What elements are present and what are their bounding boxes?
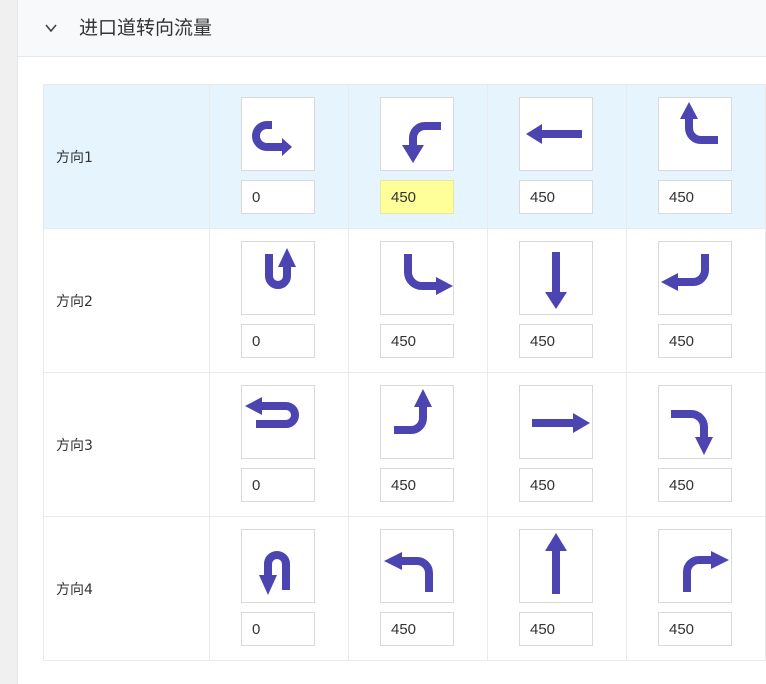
flow-input[interactable]	[241, 180, 315, 214]
straight-right-arrow-icon[interactable]	[519, 385, 593, 459]
flow-input[interactable]	[241, 324, 315, 358]
flow-input[interactable]	[658, 468, 732, 502]
u-turn-arrow-icon[interactable]	[241, 97, 315, 171]
turn-left-arrow-icon[interactable]	[380, 241, 454, 315]
flow-input[interactable]	[380, 612, 454, 646]
flow-input[interactable]	[519, 324, 593, 358]
movement-cell	[488, 85, 627, 228]
movement-cell	[627, 517, 766, 660]
straight-down-arrow-icon[interactable]	[519, 241, 593, 315]
u-turn-arrow-icon[interactable]	[241, 241, 315, 315]
movement-cell	[210, 85, 349, 228]
movement-cell	[349, 517, 488, 660]
turn-left-arrow-icon[interactable]	[380, 385, 454, 459]
movement-cell	[210, 229, 349, 372]
flow-input[interactable]	[241, 612, 315, 646]
panel-title: 进口道转向流量	[79, 17, 213, 39]
flow-input[interactable]	[658, 180, 732, 214]
direction-label: 方向3	[44, 373, 210, 516]
straight-up-arrow-icon[interactable]	[519, 529, 593, 603]
turn-flow-panel: 进口道转向流量 方向1 0 450 450 450 方向2 0 450 450 …	[17, 0, 766, 684]
movement-cell	[488, 229, 627, 372]
direction-label: 方向4	[44, 517, 210, 660]
u-turn-arrow-icon[interactable]	[241, 385, 315, 459]
flow-input[interactable]	[380, 180, 454, 214]
turn-right-arrow-icon[interactable]	[658, 241, 732, 315]
table-row: 方向1	[44, 85, 766, 229]
chevron-down-icon[interactable]	[44, 21, 58, 35]
turn-right-arrow-icon[interactable]	[658, 97, 732, 171]
turn-flow-table: 方向1 0 450 450 450 方向2 0 450 450 450 方向3 …	[43, 84, 766, 661]
turn-right-arrow-icon[interactable]	[658, 529, 732, 603]
panel-header[interactable]: 进口道转向流量	[18, 0, 766, 57]
movement-cell	[627, 229, 766, 372]
flow-input[interactable]	[519, 612, 593, 646]
flow-input[interactable]	[519, 468, 593, 502]
movement-cell	[488, 517, 627, 660]
movement-cell	[488, 373, 627, 516]
turn-left-arrow-icon[interactable]	[380, 97, 454, 171]
flow-input[interactable]	[658, 324, 732, 358]
flow-input[interactable]	[658, 612, 732, 646]
turn-right-arrow-icon[interactable]	[658, 385, 732, 459]
movement-cell	[210, 517, 349, 660]
table-row: 方向4	[44, 517, 766, 661]
flow-input[interactable]	[519, 180, 593, 214]
direction-label: 方向1	[44, 85, 210, 228]
direction-label: 方向2	[44, 229, 210, 372]
movement-cell	[210, 373, 349, 516]
straight-left-arrow-icon[interactable]	[519, 97, 593, 171]
movement-cell	[349, 229, 488, 372]
flow-input[interactable]	[380, 324, 454, 358]
turn-left-arrow-icon[interactable]	[380, 529, 454, 603]
movement-cell	[627, 373, 766, 516]
movement-cell	[349, 85, 488, 228]
flow-input[interactable]	[380, 468, 454, 502]
movement-cell	[349, 373, 488, 516]
table-row: 方向2	[44, 229, 766, 373]
flow-input[interactable]	[241, 468, 315, 502]
table-row: 方向3	[44, 373, 766, 517]
u-turn-arrow-icon[interactable]	[241, 529, 315, 603]
movement-cell	[627, 85, 766, 228]
